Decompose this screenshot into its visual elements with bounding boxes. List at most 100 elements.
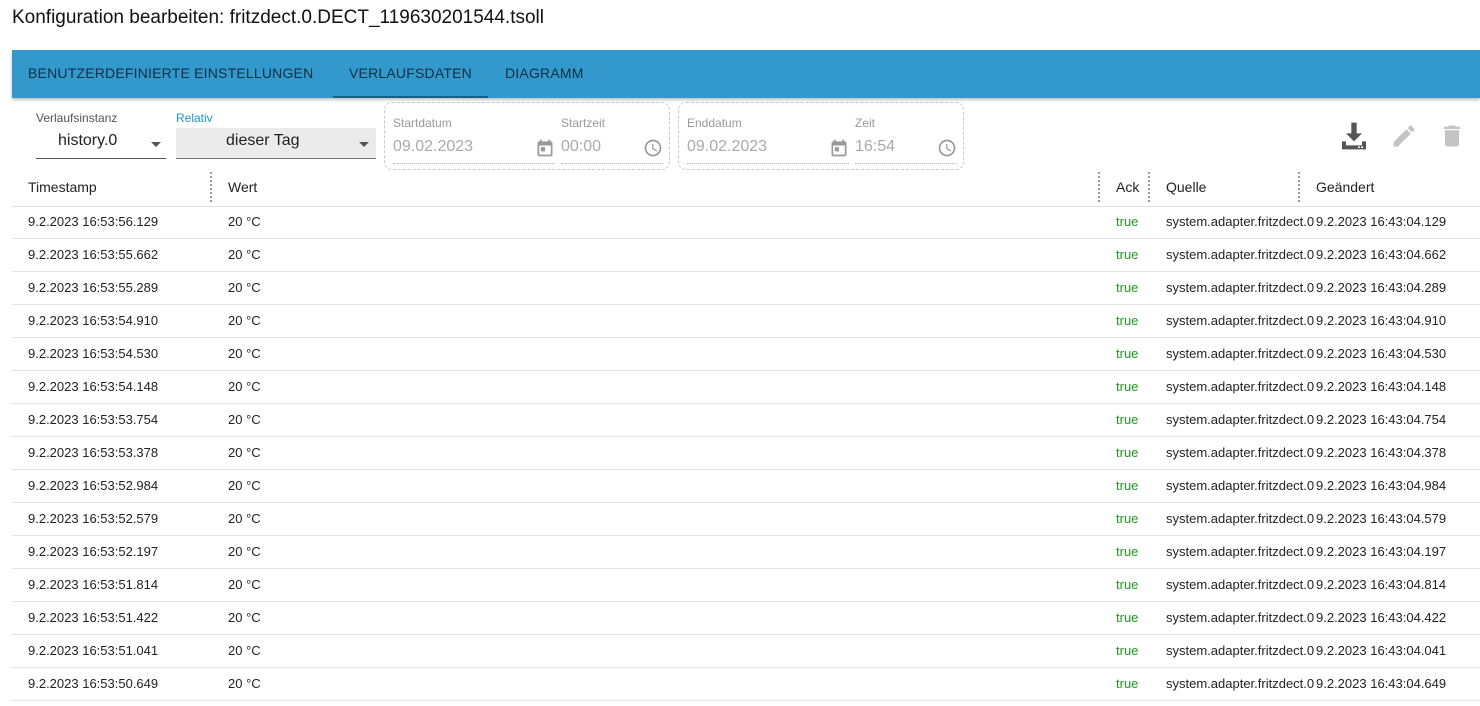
cell-source: system.adapter.fritzdect.0 bbox=[1166, 379, 1315, 394]
cell-changed: 9.2.2023 16:43:04.579 bbox=[1316, 511, 1447, 526]
calendar-icon[interactable] bbox=[535, 138, 555, 158]
cell-timestamp: 9.2.2023 16:53:53.754 bbox=[28, 412, 159, 427]
table-row[interactable]: 9.2.2023 16:53:55.289 20 °C true system.ada… bbox=[12, 272, 1480, 305]
dropdown-arrow-icon bbox=[151, 142, 161, 147]
table-row[interactable]: 9.2.2023 16:53:54.530 20 °C true system.ada… bbox=[12, 338, 1480, 371]
table-body: 9.2.2023 16:53:56.129 20 °C true system.ada… bbox=[12, 206, 1480, 701]
cell-value: 20 °C bbox=[228, 577, 261, 592]
column-header-timestamp[interactable]: Timestamp bbox=[28, 179, 97, 195]
cell-ack: true bbox=[1116, 379, 1139, 394]
cell-value: 20 °C bbox=[228, 313, 261, 328]
clock-icon[interactable] bbox=[937, 138, 957, 158]
table-row[interactable]: 9.2.2023 16:53:54.910 20 °C true system.ada… bbox=[12, 305, 1480, 338]
cell-value: 20 °C bbox=[228, 643, 261, 658]
cell-changed: 9.2.2023 16:43:04.910 bbox=[1316, 313, 1447, 328]
cell-timestamp: 9.2.2023 16:53:52.984 bbox=[28, 478, 159, 493]
table-row[interactable]: 9.2.2023 16:53:51.814 20 °C true system.ada… bbox=[12, 569, 1480, 602]
instance-select[interactable]: history.0 bbox=[36, 128, 166, 159]
cell-changed: 9.2.2023 16:43:04.754 bbox=[1316, 412, 1447, 427]
column-resize-handle[interactable] bbox=[1298, 172, 1300, 202]
cell-ack: true bbox=[1116, 511, 1139, 526]
table-row[interactable]: 9.2.2023 16:53:56.129 20 °C true system.ada… bbox=[12, 206, 1480, 239]
relative-select[interactable]: dieser Tag bbox=[176, 128, 376, 159]
cell-source: system.adapter.fritzdect.0 bbox=[1166, 577, 1315, 592]
table-row[interactable]: 9.2.2023 16:53:55.662 20 °C true system.ada… bbox=[12, 239, 1480, 272]
start-range-group: Startdatum 09.02.2023 Startzeit 00:00 bbox=[384, 102, 670, 170]
cell-source: system.adapter.fritzdect.0 bbox=[1166, 478, 1315, 493]
end-date-label: Enddatum bbox=[687, 116, 742, 130]
column-header-value[interactable]: Wert bbox=[228, 179, 257, 195]
cell-source: system.adapter.fritzdect.0 bbox=[1166, 313, 1315, 328]
end-date-input[interactable]: 09.02.2023 bbox=[687, 138, 767, 156]
column-header-changed[interactable]: Geändert bbox=[1316, 179, 1374, 195]
cell-timestamp: 9.2.2023 16:53:52.197 bbox=[28, 544, 159, 559]
cell-changed: 9.2.2023 16:43:04.197 bbox=[1316, 544, 1447, 559]
cell-value: 20 °C bbox=[228, 214, 261, 229]
tab-chart[interactable]: DIAGRAMM bbox=[505, 50, 584, 98]
table-row[interactable]: 9.2.2023 16:53:52.984 20 °C true system.ada… bbox=[12, 470, 1480, 503]
cell-value: 20 °C bbox=[228, 379, 261, 394]
relative-label: Relativ bbox=[176, 111, 213, 125]
tab-custom-settings[interactable]: BENUTZERDEFINIERTE EINSTELLUNGEN bbox=[28, 50, 313, 98]
column-resize-handle[interactable] bbox=[1098, 172, 1100, 202]
cell-changed: 9.2.2023 16:43:04.289 bbox=[1316, 280, 1447, 295]
cell-timestamp: 9.2.2023 16:53:52.579 bbox=[28, 511, 159, 526]
clock-icon[interactable] bbox=[643, 138, 663, 158]
cell-value: 20 °C bbox=[228, 676, 261, 691]
cell-timestamp: 9.2.2023 16:53:56.129 bbox=[28, 214, 159, 229]
download-icon[interactable] bbox=[1338, 120, 1370, 152]
cell-source: system.adapter.fritzdect.0 bbox=[1166, 247, 1315, 262]
cell-changed: 9.2.2023 16:43:04.041 bbox=[1316, 643, 1447, 658]
cell-timestamp: 9.2.2023 16:53:55.662 bbox=[28, 247, 159, 262]
cell-ack: true bbox=[1116, 412, 1139, 427]
cell-value: 20 °C bbox=[228, 445, 261, 460]
cell-source: system.adapter.fritzdect.0 bbox=[1166, 544, 1315, 559]
cell-ack: true bbox=[1116, 214, 1139, 229]
cell-timestamp: 9.2.2023 16:53:50.649 bbox=[28, 676, 159, 691]
table-row[interactable]: 9.2.2023 16:53:53.378 20 °C true system.ada… bbox=[12, 437, 1480, 470]
table-row[interactable]: 9.2.2023 16:53:51.422 20 °C true system.ada… bbox=[12, 602, 1480, 635]
cell-ack: true bbox=[1116, 478, 1139, 493]
end-time-input[interactable]: 16:54 bbox=[855, 138, 895, 156]
cell-ack: true bbox=[1116, 247, 1139, 262]
table-row[interactable]: 9.2.2023 16:53:54.148 20 °C true system.ada… bbox=[12, 371, 1480, 404]
table-row[interactable]: 9.2.2023 16:53:52.579 20 °C true system.ada… bbox=[12, 503, 1480, 536]
column-resize-handle[interactable] bbox=[210, 172, 212, 202]
column-header-ack[interactable]: Ack bbox=[1116, 179, 1139, 195]
cell-source: system.adapter.fritzdect.0 bbox=[1166, 412, 1315, 427]
table-row[interactable]: 9.2.2023 16:53:53.754 20 °C true system.ada… bbox=[12, 404, 1480, 437]
cell-timestamp: 9.2.2023 16:53:51.814 bbox=[28, 577, 159, 592]
start-time-input[interactable]: 00:00 bbox=[561, 138, 601, 156]
cell-ack: true bbox=[1116, 313, 1139, 328]
instance-value: history.0 bbox=[58, 132, 118, 149]
cell-timestamp: 9.2.2023 16:53:53.378 bbox=[28, 445, 159, 460]
edit-icon[interactable] bbox=[1390, 122, 1418, 150]
start-time-label: Startzeit bbox=[561, 116, 606, 130]
cell-changed: 9.2.2023 16:43:04.649 bbox=[1316, 676, 1447, 691]
table-row[interactable]: 9.2.2023 16:53:50.649 20 °C true system.ada… bbox=[12, 668, 1480, 701]
calendar-icon[interactable] bbox=[829, 138, 849, 158]
cell-value: 20 °C bbox=[228, 511, 261, 526]
cell-timestamp: 9.2.2023 16:53:51.422 bbox=[28, 610, 159, 625]
cell-source: system.adapter.fritzdect.0 bbox=[1166, 346, 1315, 361]
cell-ack: true bbox=[1116, 676, 1139, 691]
cell-ack: true bbox=[1116, 577, 1139, 592]
cell-value: 20 °C bbox=[228, 412, 261, 427]
table-row[interactable]: 9.2.2023 16:53:51.041 20 °C true system.ada… bbox=[12, 635, 1480, 668]
cell-timestamp: 9.2.2023 16:53:54.148 bbox=[28, 379, 159, 394]
cell-changed: 9.2.2023 16:43:04.984 bbox=[1316, 478, 1447, 493]
page-title: Konfiguration bearbeiten: fritzdect.0.DE… bbox=[12, 7, 544, 28]
start-date-input[interactable]: 09.02.2023 bbox=[393, 138, 473, 156]
column-resize-handle[interactable] bbox=[1148, 172, 1150, 202]
cell-changed: 9.2.2023 16:43:04.422 bbox=[1316, 610, 1447, 625]
cell-ack: true bbox=[1116, 610, 1139, 625]
cell-source: system.adapter.fritzdect.0 bbox=[1166, 643, 1315, 658]
tab-history-data[interactable]: VERLAUFSDATEN bbox=[333, 50, 488, 98]
trash-icon[interactable] bbox=[1438, 122, 1466, 150]
column-header-source[interactable]: Quelle bbox=[1166, 179, 1206, 195]
cell-value: 20 °C bbox=[228, 610, 261, 625]
cell-source: system.adapter.fritzdect.0 bbox=[1166, 445, 1315, 460]
table-row[interactable]: 9.2.2023 16:53:52.197 20 °C true system.ada… bbox=[12, 536, 1480, 569]
cell-timestamp: 9.2.2023 16:53:51.041 bbox=[28, 643, 159, 658]
start-date-label: Startdatum bbox=[393, 116, 452, 130]
